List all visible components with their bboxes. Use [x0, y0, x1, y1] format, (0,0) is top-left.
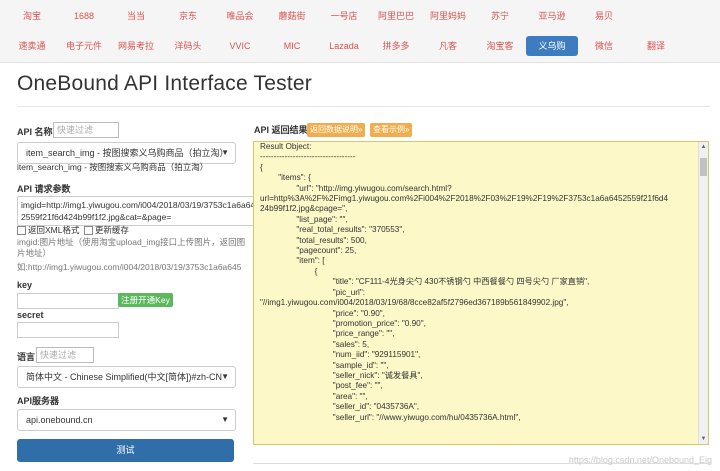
language-select-value: 简体中文 - Chinese Simplified(中文[简体])#zh-CN	[26, 372, 223, 382]
api-filter-input[interactable]: 快速过滤	[53, 122, 119, 138]
nav-row-2: 速卖通 电子元件 网易考拉 洋码头 VVIC MIC Lazada 拼多多 凡客 淘宝客 义乌购 微信…	[6, 36, 714, 56]
result-line: "price_range": "",	[260, 329, 395, 339]
result-line: "price": "0.90",	[260, 308, 385, 318]
result-line: "seller_id": "0435736A",	[260, 402, 420, 412]
view-example-button[interactable]: 查看示例»	[370, 123, 413, 137]
nav-item-row2-0[interactable]: 速卖通	[6, 36, 58, 56]
nav-row-1: 淘宝 1688 当当 京东 唯品会 蘑菇街 一号店 阿里巴巴 阿里妈妈 苏宁 亚马逊 易贝	[6, 6, 714, 26]
result-line: "seller_url": "//www.yiwugo.com/hu/04357…	[260, 412, 521, 422]
top-navigation: 淘宝 1688 当当 京东 唯品会 蘑菇街 一号店 阿里巴巴 阿里妈妈 苏宁 亚马逊 易贝 速卖通 电子…	[0, 0, 720, 63]
nav-item-row1-7[interactable]: 阿里巴巴	[370, 6, 422, 26]
page-title: OneBound API Interface Tester	[17, 72, 312, 95]
result-line: "list_page": "",	[260, 214, 348, 224]
secret-label: secret	[17, 310, 44, 320]
language-filter-input[interactable]: 快速过滤	[36, 347, 94, 363]
server-label: API服务器	[17, 396, 60, 406]
nav-item-row2-1[interactable]: 电子元件	[58, 36, 110, 56]
imgid-example: 如:http://img1.yiwugou.com/i004/2018/03/1…	[17, 262, 242, 272]
key-label: key	[17, 280, 33, 290]
result-line: "area": "",	[260, 391, 368, 401]
result-line: "pic_url":	[260, 287, 365, 297]
nav-item-row1-3[interactable]: 京东	[162, 6, 214, 26]
api-description: item_search_img - 按图搜索义乌购商品（拍立淘）	[17, 162, 209, 172]
result-line: "seller_nick": "诚发餐具",	[260, 370, 423, 380]
result-line: "num_iid": "929115901",	[260, 350, 421, 360]
language-label: 语言	[17, 352, 36, 362]
chevron-down-icon: ▼	[221, 415, 229, 424]
nav-item-row2-6[interactable]: Lazada	[318, 36, 370, 56]
language-select[interactable]: 简体中文 - Chinese Simplified(中文[简体])#zh-CN …	[17, 366, 236, 388]
options-row: 返回XML格式 更新缓存	[17, 224, 129, 236]
nav-item-row1-0[interactable]: 淘宝	[6, 6, 58, 26]
cache-checkbox[interactable]	[83, 226, 93, 236]
result-line: Result Object:	[260, 142, 312, 151]
result-scrollbar[interactable]: ▲ ▼	[698, 142, 708, 444]
nav-item-row1-5[interactable]: 蘑菇街	[266, 6, 318, 26]
result-line: 24b99f1f2.jpg&cpage=",	[260, 204, 348, 214]
nav-item-row2-11[interactable]: 微信	[578, 36, 630, 56]
result-line: "post_fee": "",	[260, 381, 383, 391]
chevron-down-icon: ▼	[221, 372, 229, 381]
api-select-value: item_search_img - 按图搜索义乌购商品（拍立淘）	[26, 148, 229, 158]
cache-checkbox-label: 更新缓存	[94, 225, 129, 235]
result-label: API 返回结果	[254, 125, 308, 135]
result-line: "//img1.yiwugou.com/i004/2018/03/19/68/8…	[260, 298, 569, 308]
nav-item-row1-9[interactable]: 苏宁	[474, 6, 526, 26]
nav-item-row2-5[interactable]: MIC	[266, 36, 318, 56]
nav-item-row2-7[interactable]: 拼多多	[370, 36, 422, 56]
result-doc-button[interactable]: 返回数据说明»	[307, 123, 366, 137]
result-line: "total_results": 500,	[260, 235, 367, 245]
nav-item-row2-8[interactable]: 凡客	[422, 36, 474, 56]
api-name-label: API 名称	[17, 127, 53, 137]
result-line: "promotion_price": "0.90",	[260, 318, 426, 328]
nav-item-row1-1[interactable]: 1688	[58, 6, 110, 26]
nav-item-row1-10[interactable]: 亚马逊	[526, 6, 578, 26]
nav-item-row1-2[interactable]: 当当	[110, 6, 162, 26]
title-divider	[17, 106, 710, 107]
register-key-button[interactable]: 注册开通Key	[118, 293, 173, 307]
nav-item-row2-10[interactable]: 义乌购	[526, 36, 578, 56]
scroll-up-icon[interactable]: ▲	[700, 143, 707, 151]
result-line: "title": "CF111-4光身尖勺 430不锈钢勺 中西餐餐勺 四号尖勺…	[260, 277, 590, 287]
nav-item-row2-4[interactable]: VVIC	[214, 36, 266, 56]
server-select[interactable]: api.onebound.cn ▼	[17, 409, 236, 431]
nav-item-row2-3[interactable]: 洋码头	[162, 36, 214, 56]
xml-checkbox[interactable]	[17, 226, 26, 236]
result-line: "sample_id": "",	[260, 360, 389, 370]
result-line: "pagecount": 25,	[260, 246, 357, 256]
result-output[interactable]: Result Object: --------------------------…	[253, 141, 709, 445]
xml-checkbox-label: 返回XML格式	[28, 225, 80, 235]
result-line: "item": [	[260, 256, 325, 266]
scroll-down-icon[interactable]: ▼	[700, 435, 707, 443]
result-line: {	[260, 162, 263, 172]
result-line: "url": "http://img.yiwugou.com/search.ht…	[260, 183, 452, 193]
key-input[interactable]	[17, 293, 119, 309]
result-line: {	[260, 266, 318, 276]
imgid-help: imgid:图片地址（使用淘宝upload_img接口上传图片，返回图片地址）	[17, 237, 246, 258]
nav-item-row2-12[interactable]: 翻译	[630, 36, 682, 56]
server-select-value: api.onebound.cn	[26, 415, 93, 425]
nav-item-row2-9[interactable]: 淘宝客	[474, 36, 526, 56]
result-json-text: Result Object: --------------------------…	[260, 142, 690, 423]
result-line: "real_total_results": "370553",	[260, 225, 405, 235]
nav-item-row1-11[interactable]: 易贝	[578, 6, 630, 26]
test-button[interactable]: 测试	[17, 439, 234, 462]
result-line: url=http%3A%2F%2Fimg1.yiwugou.com%2Fi004…	[260, 194, 669, 204]
result-line: "items": {	[260, 173, 311, 183]
nav-item-row2-2[interactable]: 网易考拉	[110, 36, 162, 56]
params-label: API 请求参数	[17, 184, 71, 194]
nav-item-row1-4[interactable]: 唯品会	[214, 6, 266, 26]
nav-item-row1-8[interactable]: 阿里妈妈	[422, 6, 474, 26]
params-textarea[interactable]: imgid=http://img1.yiwugou.com/i004/2018/…	[17, 196, 265, 226]
result-line: -----------------------------------	[260, 152, 356, 162]
nav-item-row1-6[interactable]: 一号店	[318, 6, 370, 26]
chevron-down-icon: ▼	[221, 148, 229, 157]
secret-input[interactable]	[17, 322, 119, 338]
scrollbar-thumb[interactable]	[700, 158, 707, 176]
watermark: https://blog.csdn.net/Onebound_Eig	[568, 455, 712, 465]
result-line: "sales": 5,	[260, 339, 370, 349]
